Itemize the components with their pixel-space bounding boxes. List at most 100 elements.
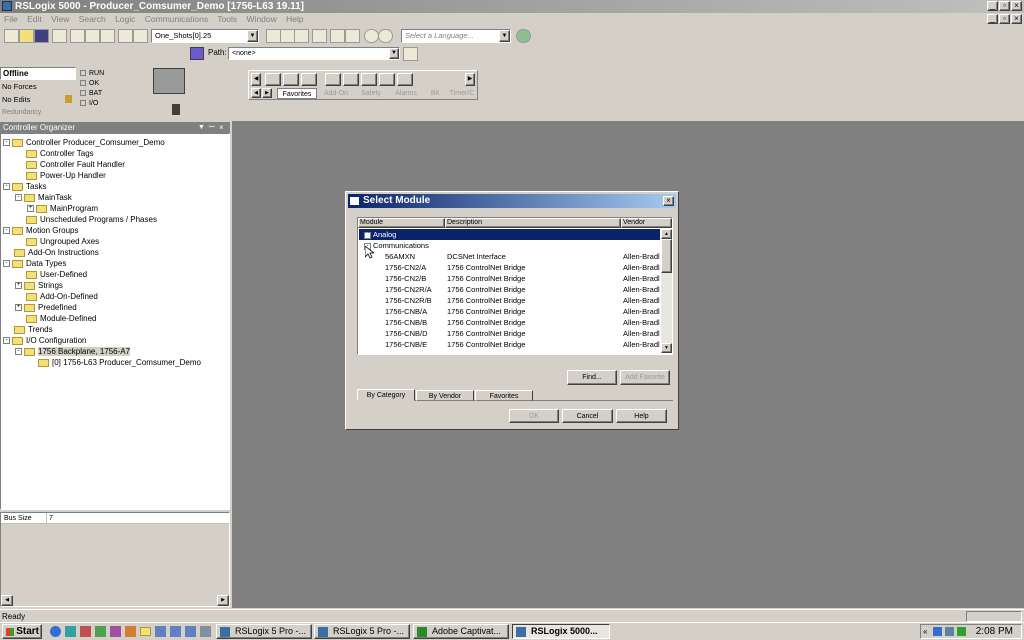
collapse-icon[interactable]: -: [15, 348, 22, 356]
menu-logic[interactable]: Logic: [115, 14, 135, 24]
module-row[interactable]: 1756-CNB/A 1756 ControlNet Bridge Allen-Br…: [359, 306, 660, 317]
tab-safety[interactable]: Safety: [355, 89, 387, 99]
tray-app-icon[interactable]: [957, 627, 966, 636]
collapse-icon[interactable]: -: [3, 139, 10, 147]
tab-bit[interactable]: Bit: [425, 89, 445, 99]
start-button[interactable]: Start: [2, 624, 42, 639]
new-file-icon[interactable]: [4, 29, 19, 43]
collapse-icon[interactable]: -: [15, 194, 22, 202]
menu-file[interactable]: File: [4, 14, 18, 24]
column-module[interactable]: Module: [358, 218, 445, 228]
quicklaunch-app-icon[interactable]: [155, 626, 166, 637]
scroll-left-icon[interactable]: ◀: [251, 73, 261, 86]
branch-icon[interactable]: [283, 73, 299, 86]
zoom-out-icon[interactable]: [378, 29, 393, 43]
tree-item[interactable]: - Controller Producer_Comsumer_Demo: [3, 137, 165, 148]
tray-network-icon[interactable]: [933, 627, 942, 636]
collapse-icon[interactable]: -: [3, 183, 10, 191]
add-favorite-button[interactable]: Add Favorite: [620, 370, 670, 385]
module-row[interactable]: + Analog: [359, 229, 660, 240]
tree-item[interactable]: + Predefined: [15, 302, 77, 313]
vertical-scrollbar[interactable]: ▲ ▼: [661, 229, 672, 353]
tree-item[interactable]: Controller Fault Handler: [15, 159, 125, 170]
quicklaunch-app-icon[interactable]: [80, 626, 91, 637]
scroll-right-icon[interactable]: ▶: [217, 595, 229, 606]
collapse-icon[interactable]: -: [3, 227, 10, 235]
menu-window[interactable]: Window: [247, 14, 277, 24]
module-row[interactable]: 1756-CN2R/A 1756 ControlNet Bridge Allen-B…: [359, 284, 660, 295]
expand-icon[interactable]: +: [15, 304, 22, 312]
close-button[interactable]: ×: [1011, 1, 1022, 11]
zoom-in-icon[interactable]: [364, 29, 379, 43]
xic-icon[interactable]: [325, 73, 341, 86]
redundancy-field[interactable]: Redundancy: [0, 106, 76, 119]
undo-icon[interactable]: [118, 29, 133, 43]
minimize-button[interactable]: _: [987, 1, 998, 11]
tree-item[interactable]: - I/O Configuration: [3, 335, 86, 346]
cut-icon[interactable]: [70, 29, 85, 43]
xio-icon[interactable]: [343, 73, 359, 86]
scroll-up-icon[interactable]: ▲: [661, 229, 672, 239]
tree-item[interactable]: Power-Up Handler: [15, 170, 106, 181]
chevron-down-icon[interactable]: ▼: [247, 30, 258, 42]
tab-by-category[interactable]: By Category: [357, 389, 415, 401]
menu-search[interactable]: Search: [79, 14, 106, 24]
column-vendor[interactable]: Vendor: [621, 218, 672, 228]
quicklaunch-ie-icon[interactable]: [50, 626, 61, 637]
tree-item[interactable]: Ungrouped Axes: [15, 236, 99, 247]
doc-minimize-button[interactable]: _: [987, 14, 998, 24]
quicklaunch-app-icon[interactable]: [125, 626, 136, 637]
tree-item[interactable]: [0] 1756-L63 Producer_Comsumer_Demo: [27, 357, 201, 368]
help-button[interactable]: Help: [616, 409, 667, 423]
taskbar-button-rslogix5-2[interactable]: RSLogix 5 Pro -...: [314, 624, 410, 639]
quicklaunch-app-icon[interactable]: [200, 626, 211, 637]
doc-close-button[interactable]: ×: [1011, 14, 1022, 24]
pin-icon[interactable]: ꟷ: [209, 122, 215, 133]
verify-icon[interactable]: [266, 29, 281, 43]
menu-tools[interactable]: Tools: [217, 14, 237, 24]
accept-icon[interactable]: [345, 29, 360, 43]
quicklaunch-app-icon[interactable]: [110, 626, 121, 637]
dropdown-icon[interactable]: ▼: [198, 122, 205, 133]
print-icon[interactable]: [52, 29, 67, 43]
online-help-icon[interactable]: [516, 29, 531, 43]
save-icon[interactable]: [34, 29, 49, 43]
tree-item[interactable]: - Motion Groups: [3, 225, 78, 236]
module-row[interactable]: 1756-CN2/B 1756 ControlNet Bridge Allen-Br…: [359, 273, 660, 284]
chevron-down-icon[interactable]: ▼: [389, 48, 399, 59]
module-row[interactable]: - Communications: [359, 240, 660, 251]
module-row[interactable]: 1756-CNB/D 1756 ControlNet Bridge Allen-Br…: [359, 328, 660, 339]
scroll-down-icon[interactable]: ▼: [661, 343, 672, 353]
collapse-icon[interactable]: -: [3, 260, 10, 268]
branch-level-icon[interactable]: [301, 73, 317, 86]
doc-restore-button[interactable]: ▫: [999, 14, 1010, 24]
tab-scroll-left-icon[interactable]: ◀: [251, 88, 261, 98]
menu-view[interactable]: View: [51, 14, 69, 24]
menu-communications[interactable]: Communications: [145, 14, 208, 24]
expand-icon[interactable]: +: [15, 282, 22, 290]
open-folder-icon[interactable]: [19, 29, 34, 43]
tray-expand-icon[interactable]: «: [923, 626, 927, 638]
module-row[interactable]: 1756-CNB/E 1756 ControlNet Bridge Allen-Br…: [359, 339, 660, 350]
maximize-button[interactable]: ▫: [999, 1, 1010, 11]
tab-favorites[interactable]: Favorites: [475, 390, 533, 401]
edits-field[interactable]: No Edits: [0, 93, 76, 106]
module-row[interactable]: 1756-CN2R/B 1756 ControlNet Bridge Allen-B…: [359, 295, 660, 306]
find-button[interactable]: Find...: [567, 370, 617, 385]
properties-icon[interactable]: [330, 29, 345, 43]
taskbar-button-captivate[interactable]: Adobe Captivat...: [413, 624, 509, 639]
tab-timer[interactable]: Timer/C: [447, 89, 477, 99]
otl-icon[interactable]: [379, 73, 395, 86]
mode-field[interactable]: Offline: [0, 67, 76, 80]
tree-item[interactable]: Unscheduled Programs / Phases: [15, 214, 157, 225]
scroll-left-icon[interactable]: ◀: [1, 595, 13, 606]
module-row[interactable]: 1756-CN2/A 1756 ControlNet Bridge Allen-Br…: [359, 262, 660, 273]
expand-icon[interactable]: +: [364, 231, 371, 239]
tree-item[interactable]: - Data Types: [3, 258, 66, 269]
rung-icon[interactable]: [265, 73, 281, 86]
browse-icon[interactable]: [294, 29, 309, 43]
tree-item[interactable]: User-Defined: [15, 269, 87, 280]
language-combo[interactable]: Select a Language... ▼: [401, 29, 511, 43]
quicklaunch-app-icon[interactable]: [185, 626, 196, 637]
tree-item[interactable]: - Tasks: [3, 181, 46, 192]
